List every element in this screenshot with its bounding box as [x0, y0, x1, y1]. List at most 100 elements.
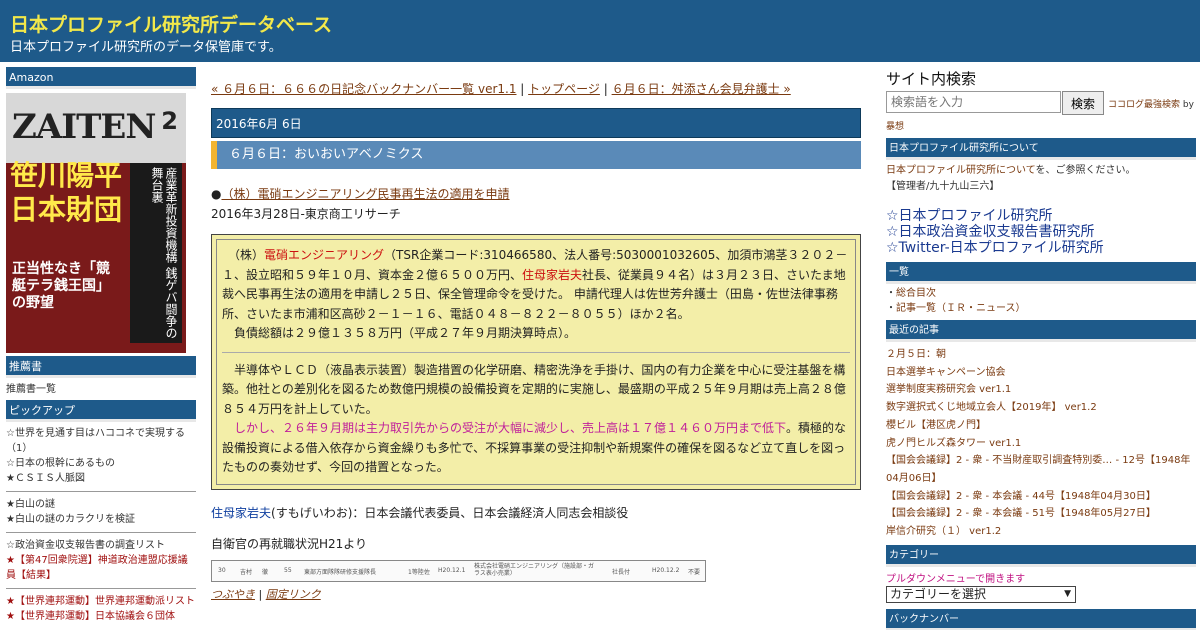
recent-article-link[interactable]: 【国会会議録】2 - 衆 - 不当財産取引調査特別委… - 12号【1948年0… — [886, 455, 1190, 484]
category-select[interactable]: カテゴリーを選択 ▼ — [886, 585, 1076, 603]
source-article-link[interactable]: （株）電硝エンジニアリング民事再生法の適用を申請 — [221, 187, 509, 201]
pickup-link-2[interactable]: ☆日本の根幹にあるもの — [6, 458, 115, 469]
shinto-league-link[interactable]: ★【第47回衆院選】神道政治連盟応援議員【結果】 — [6, 555, 188, 581]
recommended-item[interactable]: 推薦書一覧 — [6, 382, 196, 397]
search-form: 検索 ココログ最強検索 by — [886, 91, 1196, 115]
separator: | — [255, 587, 266, 601]
about-link[interactable]: 日本プロファイル研究所について — [886, 165, 1036, 176]
recent-article-item[interactable]: 【国会会議録】2 - 衆 - 本会議 - 44号【1948年04月30日】 — [886, 488, 1196, 506]
doc-cell: 徹 — [262, 568, 269, 576]
pickup-link-1[interactable]: ☆世界を見通す目はハココネで実現する（1） — [6, 428, 185, 454]
pickup-item[interactable]: ★【世界連邦運動】世界連邦運動派リスト — [6, 594, 196, 609]
recent-article-item[interactable]: 数字選択式くじ地域立会人【2019年】 ver1.2 — [886, 399, 1196, 417]
recent-article-item[interactable]: ２月５日：朝 — [886, 346, 1196, 364]
company-name-highlight: 電硝エンジニアリング — [264, 248, 385, 262]
top-page-link[interactable]: トップページ — [528, 82, 600, 96]
post-title: ６月６日：おいおいアベノミクス — [211, 141, 861, 169]
recent-article-item[interactable]: 櫻ビル【港区虎ノ門】 — [886, 417, 1196, 435]
recent-article-item[interactable]: 日本選挙キャンペーン協会 — [886, 364, 1196, 382]
site-links: ☆日本プロファイル研究所 ☆日本政治資金収支報告書研究所 ☆Twitter-日本… — [886, 208, 1196, 256]
tweet-link[interactable]: つぶやき — [211, 588, 255, 601]
reemployment-document-image: 30 吉村 徹 55 東部方面隊隊研修支援隊長 1等陸佐 H20.12.1 株式… — [211, 559, 706, 582]
recent-article-link[interactable]: 【国会会議録】2 - 衆 - 本会議 - 44号【1948年04月30日】 — [886, 491, 1156, 502]
search-input[interactable] — [886, 91, 1061, 113]
article-paragraph-3: しかし、２６年９月期は主力取引先からの受注が大幅に減少し、売上高は１７億１４６０… — [222, 419, 850, 478]
recent-article-item[interactable]: 岸信介研究（１） ver1.2 — [886, 523, 1196, 541]
site-header: 日本プロファイル研究所データベース 日本プロファイル研究所のデータ保管庫です。 — [0, 0, 1200, 62]
right-sidebar: サイト内検索 検索 ココログ最強検索 by 暴想 日本プロファイル研究所について… — [886, 68, 1196, 630]
pickup-item[interactable]: ★ＣＳＩＳ人脈図 — [6, 471, 196, 486]
article-list-link[interactable]: 記事一覧（ＩＲ・ニュース） — [896, 303, 1026, 314]
pickup-item[interactable]: ★【第47回衆院選】神道政治連盟応援議員【結果】 — [6, 553, 196, 583]
divider — [222, 351, 850, 353]
sales-decline-highlight: しかし、２６年９月期は主力取引先からの受注が大幅に減少し、売上高は１７億１４６０… — [234, 421, 787, 435]
search-credit-link[interactable]: ココログ最強検索 — [1108, 100, 1180, 110]
permalink[interactable]: 固定リンク — [266, 588, 321, 601]
recent-article-link[interactable]: 岸信介研究（１） ver1.2 — [886, 526, 1001, 537]
site-title[interactable]: 日本プロファイル研究所データベース — [10, 10, 332, 37]
divider — [6, 491, 196, 492]
twitter-link[interactable]: ☆Twitter-日本プロファイル研究所 — [886, 240, 1104, 256]
about-text: 日本プロファイル研究所についてを、ご参照ください。 — [886, 164, 1196, 178]
backnumber-heading: バックナンバー — [886, 608, 1196, 630]
recent-article-link[interactable]: ２月５日：朝 — [886, 349, 946, 360]
world-federalist-list-link[interactable]: ★【世界連邦運動】世界連邦運動派リスト — [6, 596, 195, 607]
person-line: 住母家岩夫(すもげいわお)：日本会議代表委員、日本会議経済人同志会相談役 — [211, 504, 861, 521]
political-funds-link[interactable]: ☆政治資金収支報告書の調査リスト — [6, 540, 165, 551]
article-paragraph-1: （株）電硝エンジニアリング（TSR企業コード:310466580、法人番号:50… — [222, 246, 850, 344]
search-author[interactable]: 暴想 — [886, 119, 1196, 132]
left-sidebar: Amazon ZAITEN 2 笹川陽平日本財団 正当性なき「競艇テラ銭王国」の… — [6, 67, 196, 624]
defense-heading: 自衛官の再就職状況H21より — [211, 536, 368, 551]
recent-article-link[interactable]: 日本選挙キャンペーン協会 — [886, 367, 1006, 378]
admin-text: 【管理者/九十九山三六】 — [886, 181, 1000, 192]
political-funds-institute-link[interactable]: ☆日本政治資金収支報告書研究所 — [886, 224, 1095, 240]
world-federalist-japan-link[interactable]: ★【世界連邦運動】日本協議会６団体 — [6, 611, 175, 622]
pickup-item[interactable]: ★白山の謎 — [6, 497, 196, 512]
person-description: (すもげいわお)：日本会議代表委員、日本会議経済人同志会相談役 — [271, 505, 629, 520]
index-link[interactable]: 総合目次 — [896, 288, 936, 299]
doc-cell: 吉村 — [240, 568, 253, 576]
search-button[interactable]: 検索 — [1062, 91, 1104, 115]
magazine-cover-image[interactable]: ZAITEN 2 笹川陽平日本財団 正当性なき「競艇テラ銭王国」の野望 産業革新… — [6, 93, 186, 353]
prev-post-link[interactable]: « ６月６日：６６６の日記念バックナンバー一覧 ver1.1 — [211, 82, 516, 96]
pickup-item[interactable]: ★【世界連邦運動】日本協議会６団体 — [6, 609, 196, 624]
pickup-link-3[interactable]: ★ＣＳＩＳ人脈図 — [6, 473, 85, 484]
recommended-link[interactable]: 推薦書一覧 — [6, 384, 56, 395]
chevron-down-icon: ▼ — [1064, 588, 1071, 599]
pickup-item[interactable]: ☆政治資金収支報告書の調査リスト — [6, 538, 196, 553]
main-content: « ６月６日：６６６の日記念バックナンバー一覧 ver1.1 | トップページ … — [211, 80, 861, 602]
recent-article-link[interactable]: 選挙制度実務研究会 ver1.1 — [886, 384, 1011, 395]
recent-articles: ２月５日：朝日本選挙キャンペーン協会 選挙制度実務研究会 ver1.1 数字選択式く… — [886, 346, 1196, 541]
text: 負債総額は２９億１３５８万円（平成２７年９月期決算時点）。 — [234, 326, 577, 340]
pickup-item[interactable]: ★白山の謎のカラクリを検証 — [6, 512, 196, 527]
next-post-link[interactable]: ６月６日：舛添さん会見弁護士 » — [612, 82, 791, 96]
recent-article-link[interactable]: 数字選択式くじ地域立会人【2019年】 ver1.2 — [886, 402, 1097, 413]
doc-cell: H20.12.2 — [652, 566, 680, 574]
doc-cell: 東部方面隊隊研修支援隊長 — [304, 568, 377, 576]
pickup-heading: ピックアップ — [6, 400, 196, 422]
hakusan-karakuri-link[interactable]: ★白山の謎のカラクリを検証 — [6, 514, 135, 525]
recent-article-link[interactable]: 櫻ビル【港区虎ノ門】 — [886, 420, 986, 431]
doc-cell: 不要 — [688, 568, 701, 576]
hakusan-link[interactable]: ★白山の謎 — [6, 499, 55, 510]
profile-institute-link[interactable]: ☆日本プロファイル研究所 — [886, 208, 1053, 224]
recent-article-item[interactable]: 虎ノ門ヒルズ森タワー ver1.1 — [886, 435, 1196, 453]
recent-heading: 最近の記事 — [886, 320, 1196, 342]
doc-cell: H20.12.1 — [438, 566, 466, 574]
magazine-headline: 笹川陽平日本財団 — [10, 159, 123, 226]
search-author-link[interactable]: 暴想 — [886, 122, 904, 132]
category-heading: カテゴリー — [886, 544, 1196, 567]
recent-article-link[interactable]: 【国会会議録】2 - 衆 - 本会議 - 51号【1948年05月27日】 — [886, 508, 1156, 519]
recent-article-link[interactable]: 虎ノ門ヒルズ森タワー ver1.1 — [886, 438, 1021, 449]
recent-article-item[interactable]: 選挙制度実務研究会 ver1.1 — [886, 381, 1196, 399]
recent-article-item[interactable]: 【国会会議録】2 - 衆 - 不当財産取引調査特別委… - 12号【1948年0… — [886, 452, 1196, 487]
person-link[interactable]: 住母家岩夫 — [211, 506, 271, 520]
magazine-issue: 2 — [161, 107, 178, 135]
search-heading: サイト内検索 — [886, 70, 977, 88]
recent-article-item[interactable]: 【国会会議録】2 - 衆 - 本会議 - 51号【1948年05月27日】 — [886, 505, 1196, 523]
amazon-heading: Amazon — [6, 67, 196, 89]
bullet: ● — [211, 187, 222, 201]
pickup-item[interactable]: ☆日本の根幹にあるもの — [6, 456, 196, 471]
president-name-highlight: 住母家岩夫 — [522, 267, 583, 282]
pickup-item[interactable]: ☆世界を見通す目はハココネで実現する（1） — [6, 426, 196, 456]
